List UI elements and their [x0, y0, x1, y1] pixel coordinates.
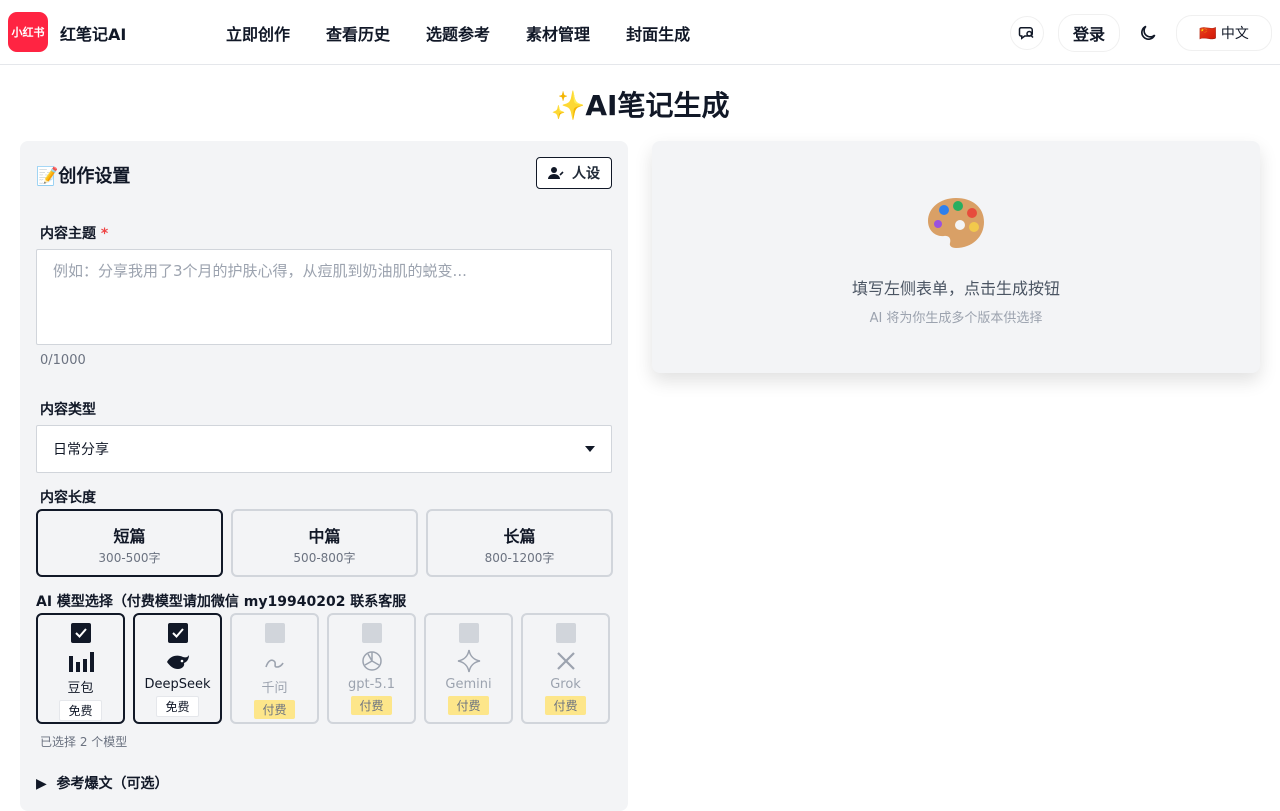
reference-toggle[interactable]: ▶ 参考爆文（可选）: [36, 773, 169, 793]
moon-icon[interactable]: [1134, 19, 1162, 47]
login-button[interactable]: 登录: [1057, 14, 1120, 52]
main-menu: 立即创作 查看历史 选题参考 素材管理 封面生成: [226, 21, 690, 45]
selected-model-count: 已选择 2 个模型: [40, 735, 128, 749]
brand-name[interactable]: 红笔记AI: [60, 21, 126, 45]
creation-settings-panel: 📝创作设置 人设 内容主题 * 例如：分享我用了3个月的护肤心得，从痘肌到奶油肌…: [20, 141, 628, 811]
chevron-down-icon: [585, 446, 595, 452]
empty-state-subtitle: AI 将为你生成多个版本供选择: [869, 311, 1043, 326]
nav-actions: 登录 🇨🇳 中文: [1009, 14, 1272, 52]
app-logo[interactable]: 小红书: [8, 12, 48, 52]
result-panel: 填写左侧表单，点击生成按钮 AI 将为你生成多个版本供选择: [652, 141, 1260, 373]
openai-icon: [360, 647, 384, 675]
palette-icon: [926, 195, 986, 249]
menu-item-topics[interactable]: 选题参考: [426, 21, 490, 45]
language-selector[interactable]: 🇨🇳 中文: [1176, 15, 1272, 51]
menu-item-create[interactable]: 立即创作: [226, 21, 290, 45]
model-doubao[interactable]: 豆包 免费: [36, 613, 125, 724]
model-options: 豆包 免费 DeepSeek 免费 千问 付费 gpt-5.1 付费 Gemin…: [36, 613, 610, 724]
model-gpt[interactable]: gpt-5.1 付费: [327, 613, 416, 724]
persona-button-label: 人设: [572, 166, 600, 182]
topic-label: 内容主题 *: [40, 226, 109, 242]
gemini-icon: [457, 647, 481, 675]
checkbox-checked[interactable]: [70, 623, 91, 643]
user-icon: [548, 167, 564, 179]
top-navbar: 小红书 红笔记AI 立即创作 查看历史 选题参考 素材管理 封面生成 登录 🇨🇳…: [0, 0, 1280, 65]
menu-item-cover[interactable]: 封面生成: [626, 21, 690, 45]
model-deepseek[interactable]: DeepSeek 免费: [133, 613, 222, 724]
model-grok[interactable]: Grok 付费: [521, 613, 610, 724]
doubao-icon: [68, 647, 94, 675]
grok-icon: [555, 647, 577, 675]
empty-state-title: 填写左侧表单，点击生成按钮: [851, 279, 1060, 298]
model-gemini[interactable]: Gemini 付费: [424, 613, 513, 724]
content-type-value: 日常分享: [53, 442, 109, 458]
checkbox-checked[interactable]: [167, 623, 188, 643]
triangle-right-icon: ▶: [36, 776, 47, 792]
length-options: 短篇 300-500字 中篇 500-800字 长篇 800-1200字: [36, 509, 613, 577]
checkbox-unchecked[interactable]: [361, 623, 382, 643]
model-label: AI 模型选择（付费模型请加微信 my19940202 联系客服: [36, 594, 407, 610]
topic-textarea[interactable]: 例如：分享我用了3个月的护肤心得，从痘肌到奶油肌的蜕变...: [36, 249, 612, 345]
checkbox-unchecked[interactable]: [555, 623, 576, 643]
topic-char-counter: 0/1000: [40, 353, 86, 368]
checkbox-unchecked[interactable]: [458, 623, 479, 643]
page-title: ✨AI笔记生成: [550, 89, 730, 122]
chat-icon[interactable]: [1009, 16, 1044, 50]
panel-heading: 📝创作设置: [36, 166, 131, 187]
qwen-icon: [262, 647, 288, 675]
length-label: 内容长度: [40, 490, 96, 506]
checkbox-unchecked[interactable]: [264, 623, 285, 643]
length-long-option[interactable]: 长篇 800-1200字: [426, 509, 613, 577]
type-label: 内容类型: [40, 402, 96, 418]
deepseek-icon: [165, 647, 191, 675]
length-medium-option[interactable]: 中篇 500-800字: [231, 509, 418, 577]
menu-item-history[interactable]: 查看历史: [326, 21, 390, 45]
model-qwen[interactable]: 千问 付费: [230, 613, 319, 724]
persona-button[interactable]: 人设: [536, 157, 612, 189]
content-type-select[interactable]: 日常分享: [36, 425, 612, 473]
length-short-option[interactable]: 短篇 300-500字: [36, 509, 223, 577]
menu-item-materials[interactable]: 素材管理: [526, 21, 590, 45]
